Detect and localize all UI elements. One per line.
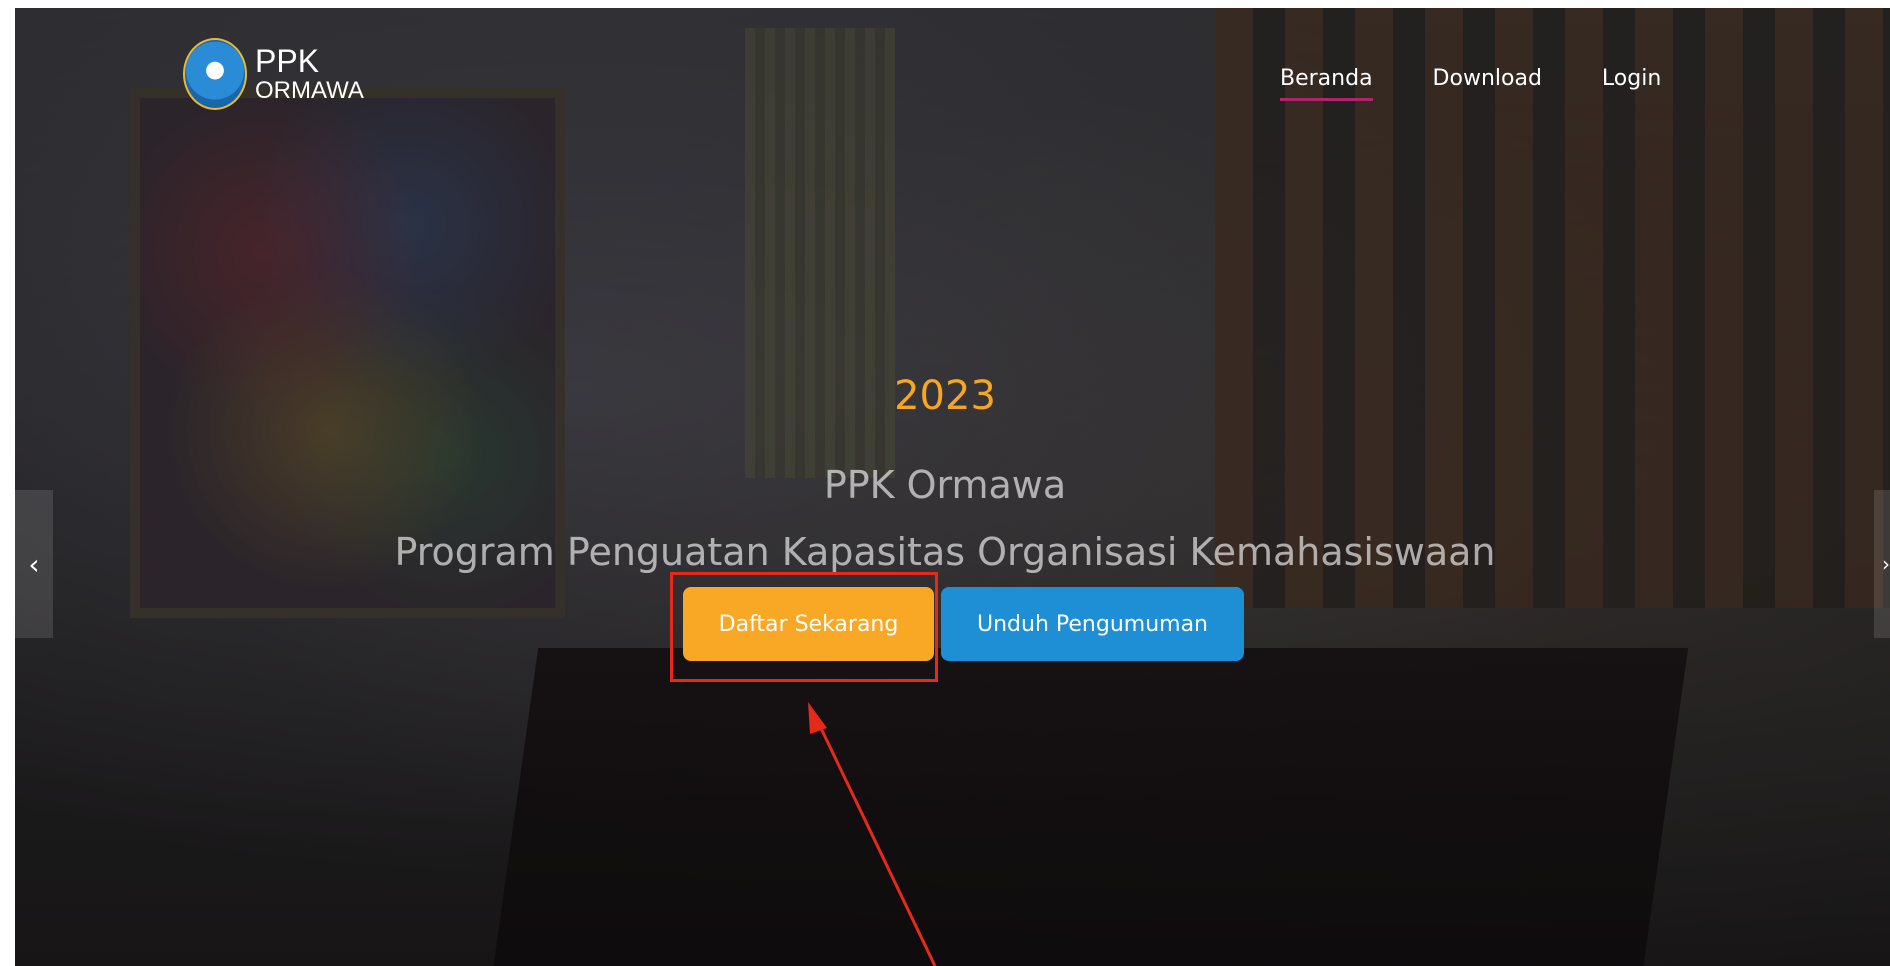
chevron-left-icon: ‹ (28, 547, 40, 581)
annotation-arrow-icon (808, 702, 937, 966)
carousel-prev-button[interactable]: ‹ (15, 490, 53, 638)
chevron-right-icon: › (1882, 552, 1890, 576)
carousel-next-button[interactable]: › (1874, 490, 1890, 638)
